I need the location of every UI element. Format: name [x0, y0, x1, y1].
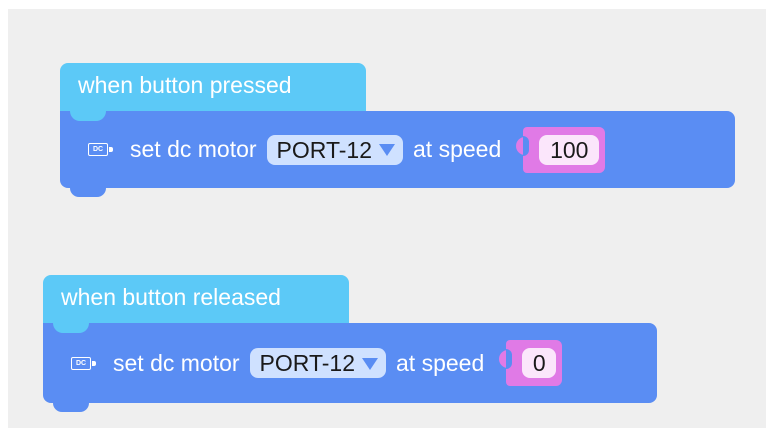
set-dc-motor-block[interactable]: DC set dc motor PORT-12 at speed 100	[60, 111, 735, 197]
set-dc-motor-label: set dc motor	[113, 349, 240, 376]
set-dc-motor-block[interactable]: DC set dc motor PORT-12 at speed 0	[43, 323, 657, 412]
block-connector	[70, 188, 106, 197]
event-label: when button released	[61, 284, 281, 310]
speed-number-block[interactable]: 0	[499, 340, 563, 386]
dc-motor-icon: DC	[71, 356, 96, 370]
port-dropdown[interactable]: PORT-12	[249, 348, 386, 378]
at-speed-label: at speed	[396, 349, 485, 376]
port-dropdown[interactable]: PORT-12	[266, 134, 403, 165]
event-hat[interactable]: when button released	[43, 275, 349, 323]
speed-input[interactable]: 0	[522, 348, 557, 378]
dc-motor-icon: DC	[88, 143, 113, 156]
speed-input[interactable]: 100	[539, 134, 600, 165]
at-speed-label: at speed	[413, 136, 502, 162]
speed-number-block[interactable]: 100	[516, 126, 606, 173]
hat-connector	[53, 323, 89, 333]
set-dc-motor-label: set dc motor	[130, 136, 257, 162]
event-label: when button pressed	[78, 72, 292, 98]
hat-connector	[70, 111, 106, 121]
event-hat[interactable]: when button pressed	[60, 63, 366, 111]
block-connector	[53, 403, 89, 412]
port-dropdown-value: PORT-12	[276, 136, 372, 163]
dropdown-arrow-icon	[362, 357, 378, 370]
block-workspace[interactable]: when button pressed DC set dc motor PORT…	[8, 9, 766, 428]
dropdown-arrow-icon	[379, 144, 395, 156]
port-dropdown-value: PORT-12	[259, 350, 355, 376]
